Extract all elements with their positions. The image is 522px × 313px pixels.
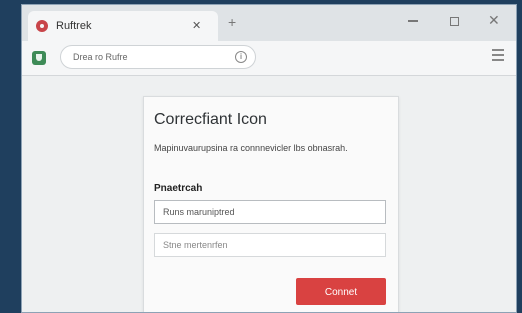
browser-window: Ruftrek ✕ + ✕ Drea ro Rufre i Correcfian… xyxy=(21,4,517,313)
dialog-message: Mapinuvaurupsina ra connnevicler lbs obn… xyxy=(154,143,348,153)
dialog-title: Correcfiant Icon xyxy=(154,111,267,128)
tab-active[interactable]: Ruftrek ✕ xyxy=(28,11,218,41)
connection-dialog: Correcfiant Icon Mapinuvaurupsina ra con… xyxy=(143,96,399,312)
close-icon[interactable]: ✕ xyxy=(192,19,201,32)
field-label: Pnaetrcah xyxy=(154,183,203,194)
new-tab-icon[interactable]: + xyxy=(228,15,236,29)
url-text: Drea ro Rufre xyxy=(73,52,128,62)
input-field-2[interactable]: Stne mertenrfen xyxy=(154,233,386,257)
shield-icon[interactable] xyxy=(32,51,46,65)
tab-title: Ruftrek xyxy=(56,20,92,32)
address-bar[interactable]: Drea ro Rufre i xyxy=(60,45,256,69)
maximize-icon[interactable] xyxy=(450,17,459,26)
favicon-icon xyxy=(36,20,48,32)
page-content: Correcfiant Icon Mapinuvaurupsina ra con… xyxy=(22,76,516,312)
connect-button[interactable]: Connet xyxy=(296,278,386,305)
minimize-icon[interactable] xyxy=(408,20,418,22)
window-close-icon[interactable]: ✕ xyxy=(488,13,500,27)
info-icon[interactable]: i xyxy=(235,51,247,63)
tab-bar: Ruftrek ✕ + ✕ xyxy=(22,5,516,41)
input-field-1[interactable]: Runs maruniptred xyxy=(154,200,386,224)
menu-icon[interactable] xyxy=(492,49,504,63)
browser-toolbar: Drea ro Rufre i xyxy=(22,41,516,76)
